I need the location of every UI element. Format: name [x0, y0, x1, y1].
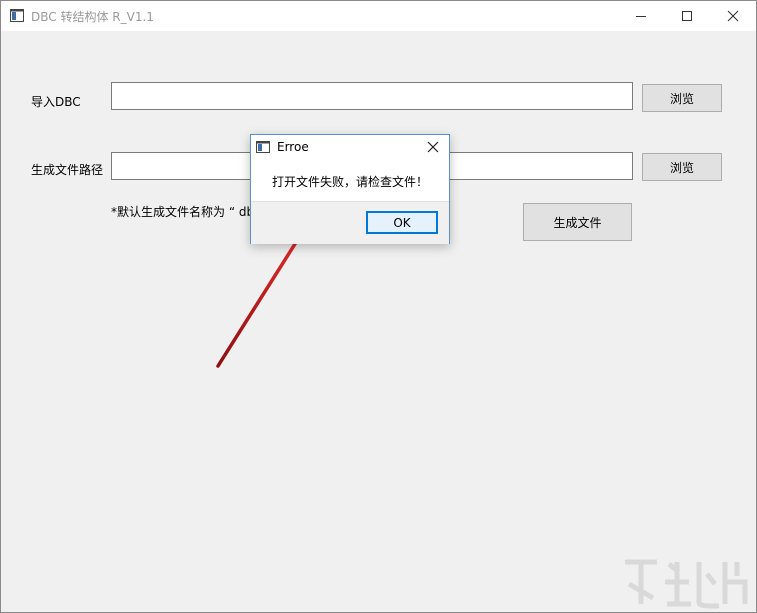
ok-button[interactable]: OK — [366, 211, 438, 234]
dialog-window-icon — [256, 141, 270, 153]
error-dialog: Erroe 打开文件失败，请检查文件！ OK — [250, 134, 450, 244]
red-arrow-icon — [216, 221, 310, 368]
dialog-title: Erroe — [277, 140, 309, 154]
dialog-close-button[interactable] — [425, 139, 441, 155]
dialog-footer: OK — [251, 201, 449, 244]
dialog-message: 打开文件失败，请检查文件！ — [271, 175, 428, 189]
